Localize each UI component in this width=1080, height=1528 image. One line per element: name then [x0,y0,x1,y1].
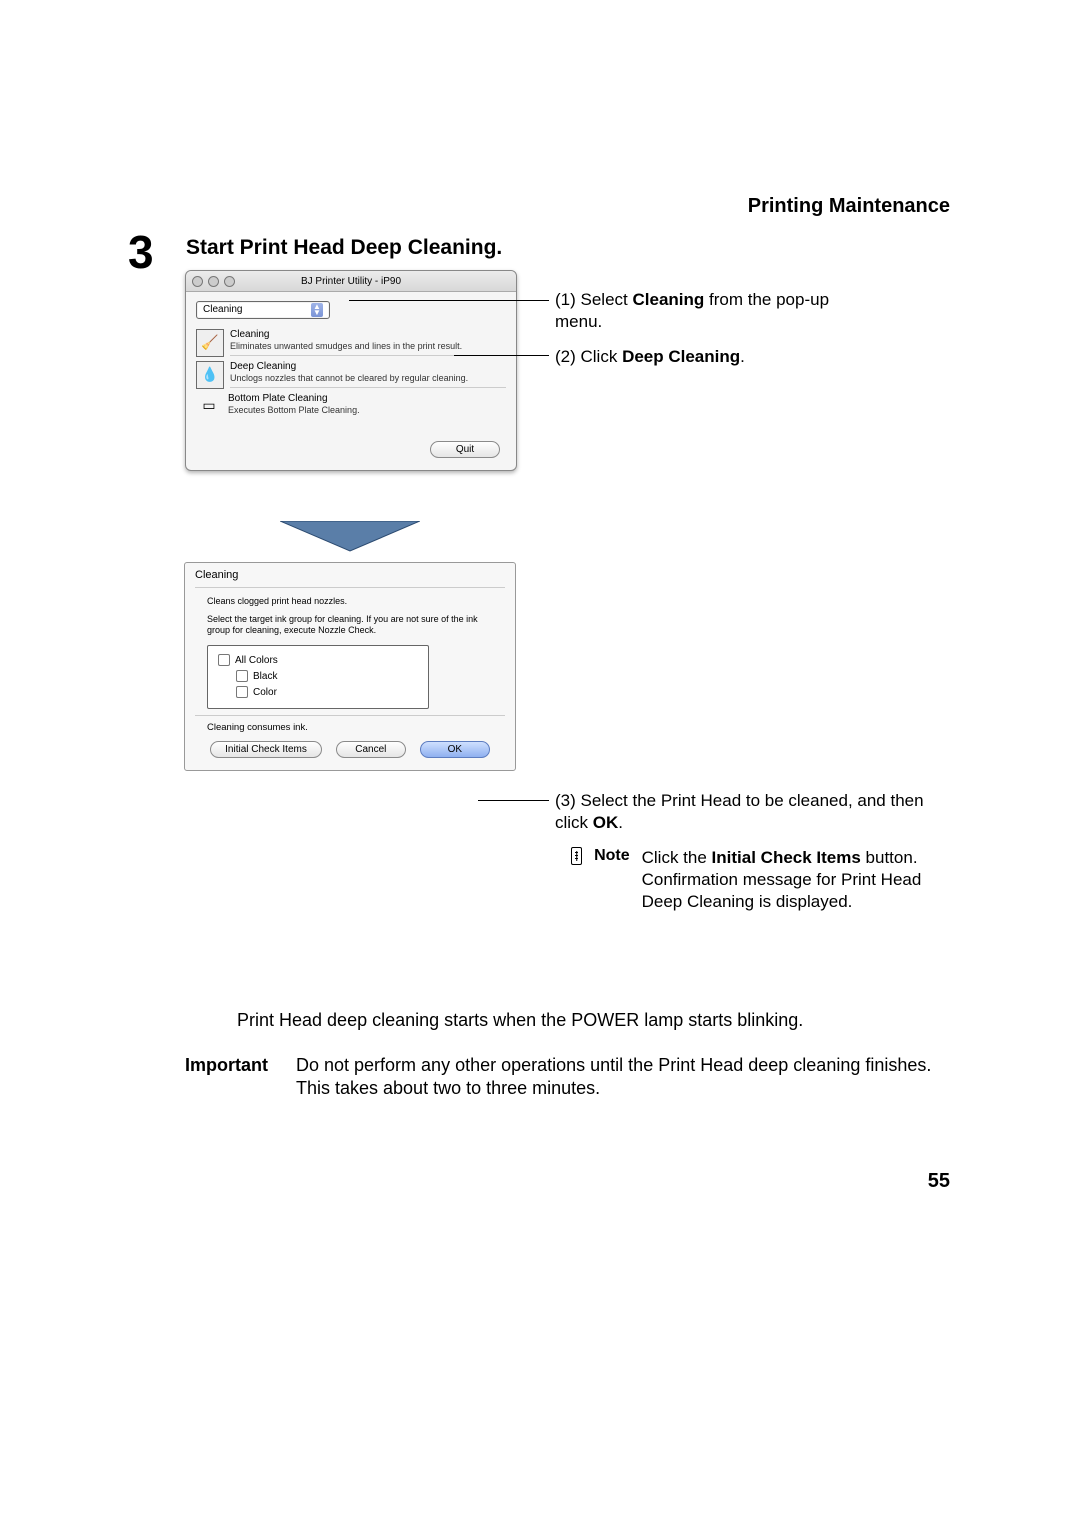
deep-cleaning-icon: 💧 [196,361,224,389]
checkbox-all-colors[interactable]: All Colors [218,652,418,668]
cleaning-icon: 🧹 [196,329,224,357]
dialog-line2: Select the target ink group for cleaning… [185,610,515,639]
popup-value: Cleaning [203,304,242,315]
util-item-title: Deep Cleaning [230,361,506,372]
consumes-ink-note: Cleaning consumes ink. [185,722,515,737]
util-item-deep-cleaning[interactable]: 💧 Deep Cleaning Unclogs nozzles that can… [196,359,506,391]
ink-group-box: All Colors Black Color [207,645,429,709]
ok-button[interactable]: OK [420,741,490,758]
initial-check-items-button[interactable]: Initial Check Items [210,741,322,758]
note-label: Note [594,847,630,865]
important-text: Do not perform any other operations unti… [296,1054,955,1101]
traffic-lights[interactable] [192,276,235,287]
util-item-desc: Unclogs nozzles that cannot be cleared b… [230,373,506,383]
checkbox-color[interactable]: Color [236,684,418,700]
util-item-desc: Executes Bottom Plate Cleaning. [228,405,506,415]
callout-line-2 [454,355,549,356]
page-number: 55 [928,1170,950,1193]
util-item-title: Bottom Plate Cleaning [228,393,506,404]
bottom-plate-icon: ▭ [196,393,222,419]
checkbox-black[interactable]: Black [236,668,418,684]
util-item-title: Cleaning [230,329,506,340]
note-body: Click the Initial Check Items button. Co… [642,847,961,913]
popup-arrows-icon: ▲▼ [311,303,323,317]
flow-arrow-icon [280,521,420,557]
close-icon[interactable] [192,276,203,287]
step-number: 3 [128,225,154,279]
cleaning-dialog: Cleaning Cleans clogged print head nozzl… [184,562,516,771]
note-icon [571,847,582,865]
checkbox-icon [236,686,248,698]
util-item-cleaning[interactable]: 🧹 Cleaning Eliminates unwanted smudges a… [196,327,506,359]
important-block: Important Do not perform any other opera… [185,1054,955,1101]
section-header: Printing Maintenance [748,195,950,218]
mode-popup[interactable]: Cleaning ▲▼ [196,301,330,319]
callout-3: (3) Select the Print Head to be cleaned,… [555,790,955,834]
quit-button[interactable]: Quit [430,441,500,458]
dialog-line1: Cleans clogged print head nozzles. [185,592,515,610]
important-label: Important [185,1054,280,1101]
util-item-bottom-plate[interactable]: ▭ Bottom Plate Cleaning Executes Bottom … [196,391,506,421]
checkbox-icon [218,654,230,666]
zoom-icon[interactable] [224,276,235,287]
note-block: Note Click the Initial Check Items butto… [571,847,961,913]
window-title: BJ Printer Utility - iP90 [186,276,516,287]
checkbox-label: All Colors [235,655,278,666]
callout-line-3 [478,800,549,801]
callout-line-1 [349,300,549,301]
dialog-title: Cleaning [185,563,515,585]
util-item-desc: Eliminates unwanted smudges and lines in… [230,341,506,351]
checkbox-label: Black [253,671,277,682]
callout-2: (2) Click Deep Cleaning. [555,346,855,368]
cancel-button[interactable]: Cancel [336,741,406,758]
body-line-1: Print Head deep cleaning starts when the… [237,1010,803,1031]
window-titlebar: BJ Printer Utility - iP90 [186,271,516,292]
checkbox-icon [236,670,248,682]
minimize-icon[interactable] [208,276,219,287]
callout-1: (1) Select Cleaning from the pop-up menu… [555,289,855,333]
checkbox-label: Color [253,687,277,698]
step-title: Start Print Head Deep Cleaning. [186,236,502,260]
